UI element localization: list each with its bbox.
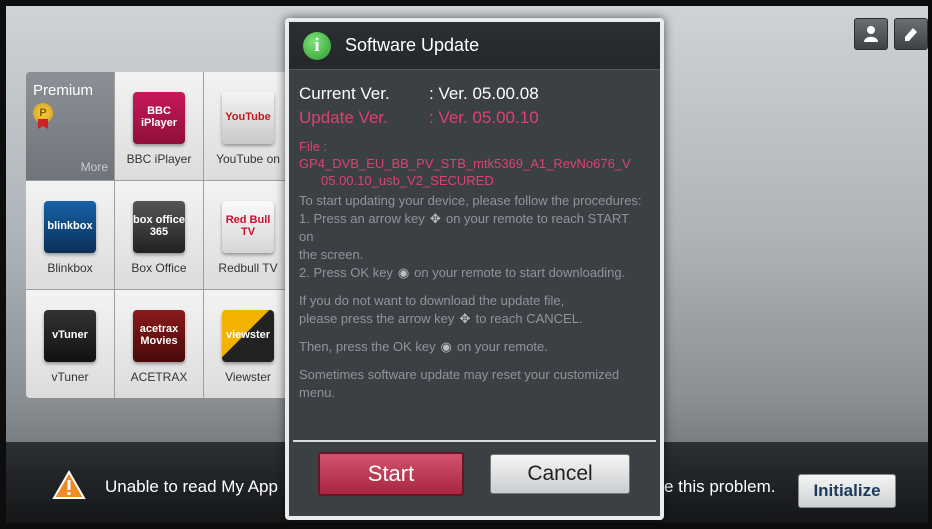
app-label: Viewster <box>225 370 271 384</box>
app-label: Redbull TV <box>218 261 278 275</box>
dialog-body: Current Ver. : Ver. 05.00.08 Update Ver.… <box>289 70 644 402</box>
ok-key-icon: ◉ <box>440 339 452 354</box>
cancel-button[interactable]: Cancel <box>490 454 630 494</box>
dialog-title: Software Update <box>345 35 480 55</box>
notice-message: Unable to read My App <box>105 477 278 496</box>
ok-instruction: Then, press the OK key ◉ on your remote. <box>299 339 548 354</box>
app-label: Box Office <box>131 261 187 275</box>
current-version-row: Current Ver. : Ver. 05.00.08 <box>299 82 644 106</box>
update-version-row: Update Ver. : Ver. 05.00.10 <box>299 106 644 130</box>
app-label: ACETRAX <box>130 370 188 384</box>
app-tile-youtube[interactable]: YouTube YouTube on <box>204 72 292 180</box>
app-tile-blinkbox[interactable]: blinkbox Blinkbox <box>26 181 114 289</box>
dialog-header: i Software Update <box>289 22 660 70</box>
update-version-value: : Ver. 05.00.10 <box>429 108 539 127</box>
instructions-intro: To start updating your device, please fo… <box>299 193 642 208</box>
vtuner-icon: vTuner <box>44 310 96 362</box>
app-label: YouTube on <box>216 152 280 166</box>
edit-icon[interactable] <box>894 18 928 50</box>
current-version-label: Current Ver. <box>299 84 390 103</box>
app-tile-redbull-tv[interactable]: Red Bull TV Redbull TV <box>204 181 292 289</box>
start-button[interactable]: Start <box>318 452 464 496</box>
cancel-instruction-2: please press the arrow key ✥ to reach CA… <box>299 311 583 326</box>
user-icon[interactable] <box>854 18 888 50</box>
notice-message-tail: e this problem. <box>664 477 776 496</box>
instruction-step-1-cont: the screen. <box>299 247 364 262</box>
file-name: File : GP4_DVB_EU_BB_PV_STB_mtk5369_A1_R… <box>299 139 631 188</box>
app-tile-vtuner[interactable]: vTuner vTuner <box>26 290 114 398</box>
software-update-dialog: i Software Update Current Ver. : Ver. 05… <box>285 18 664 520</box>
bbc-iplayer-icon: BBC iPlayer <box>133 92 185 144</box>
info-icon: i <box>303 31 331 60</box>
app-label: vTuner <box>51 370 89 384</box>
dialog-divider <box>293 440 656 442</box>
reset-warning: Sometimes software update may reset your… <box>299 367 620 400</box>
initialize-button[interactable]: Initialize <box>798 474 896 508</box>
app-tile-acetrax[interactable]: acetrax Movies ACETRAX <box>115 290 203 398</box>
update-version-label: Update Ver. <box>299 108 388 127</box>
ok-key-icon: ◉ <box>397 265 410 280</box>
current-version-value: : Ver. 05.00.08 <box>429 84 539 103</box>
premium-tile[interactable]: Premium P More <box>26 72 114 180</box>
redbull-tv-icon: Red Bull TV <box>222 201 274 253</box>
instruction-step-1: 1. Press an arrow key ✥ on your remote t… <box>299 211 629 244</box>
top-icon-bar <box>854 18 928 50</box>
app-tile-bbc-iplayer[interactable]: BBC iPlayer BBC iPlayer <box>115 72 203 180</box>
update-instructions: To start updating your device, please fo… <box>299 192 644 402</box>
app-label: Blinkbox <box>47 261 93 275</box>
arrow-key-icon: ✥ <box>459 311 471 326</box>
box-office-icon: box office 365 <box>133 201 185 253</box>
arrow-key-icon: ✥ <box>429 211 441 226</box>
youtube-icon: YouTube <box>222 92 274 144</box>
instruction-step-2: 2. Press OK key ◉ on your remote to star… <box>299 265 626 280</box>
premium-title: Premium <box>33 82 94 99</box>
blinkbox-icon: blinkbox <box>44 201 96 253</box>
app-label: BBC iPlayer <box>126 152 192 166</box>
app-tile-viewster[interactable]: viewster Viewster <box>204 290 292 398</box>
app-grid: Premium P More BBC iPlayer BBC iPlayer Y… <box>26 72 296 398</box>
viewster-icon: viewster <box>222 310 274 362</box>
premium-medal-icon: P <box>33 103 53 129</box>
app-tile-box-office[interactable]: box office 365 Box Office <box>115 181 203 289</box>
acetrax-icon: acetrax Movies <box>133 310 185 362</box>
cancel-instruction-1: If you do not want to download the updat… <box>299 293 565 308</box>
premium-more-link[interactable]: More <box>81 160 108 174</box>
warning-icon <box>52 470 86 499</box>
